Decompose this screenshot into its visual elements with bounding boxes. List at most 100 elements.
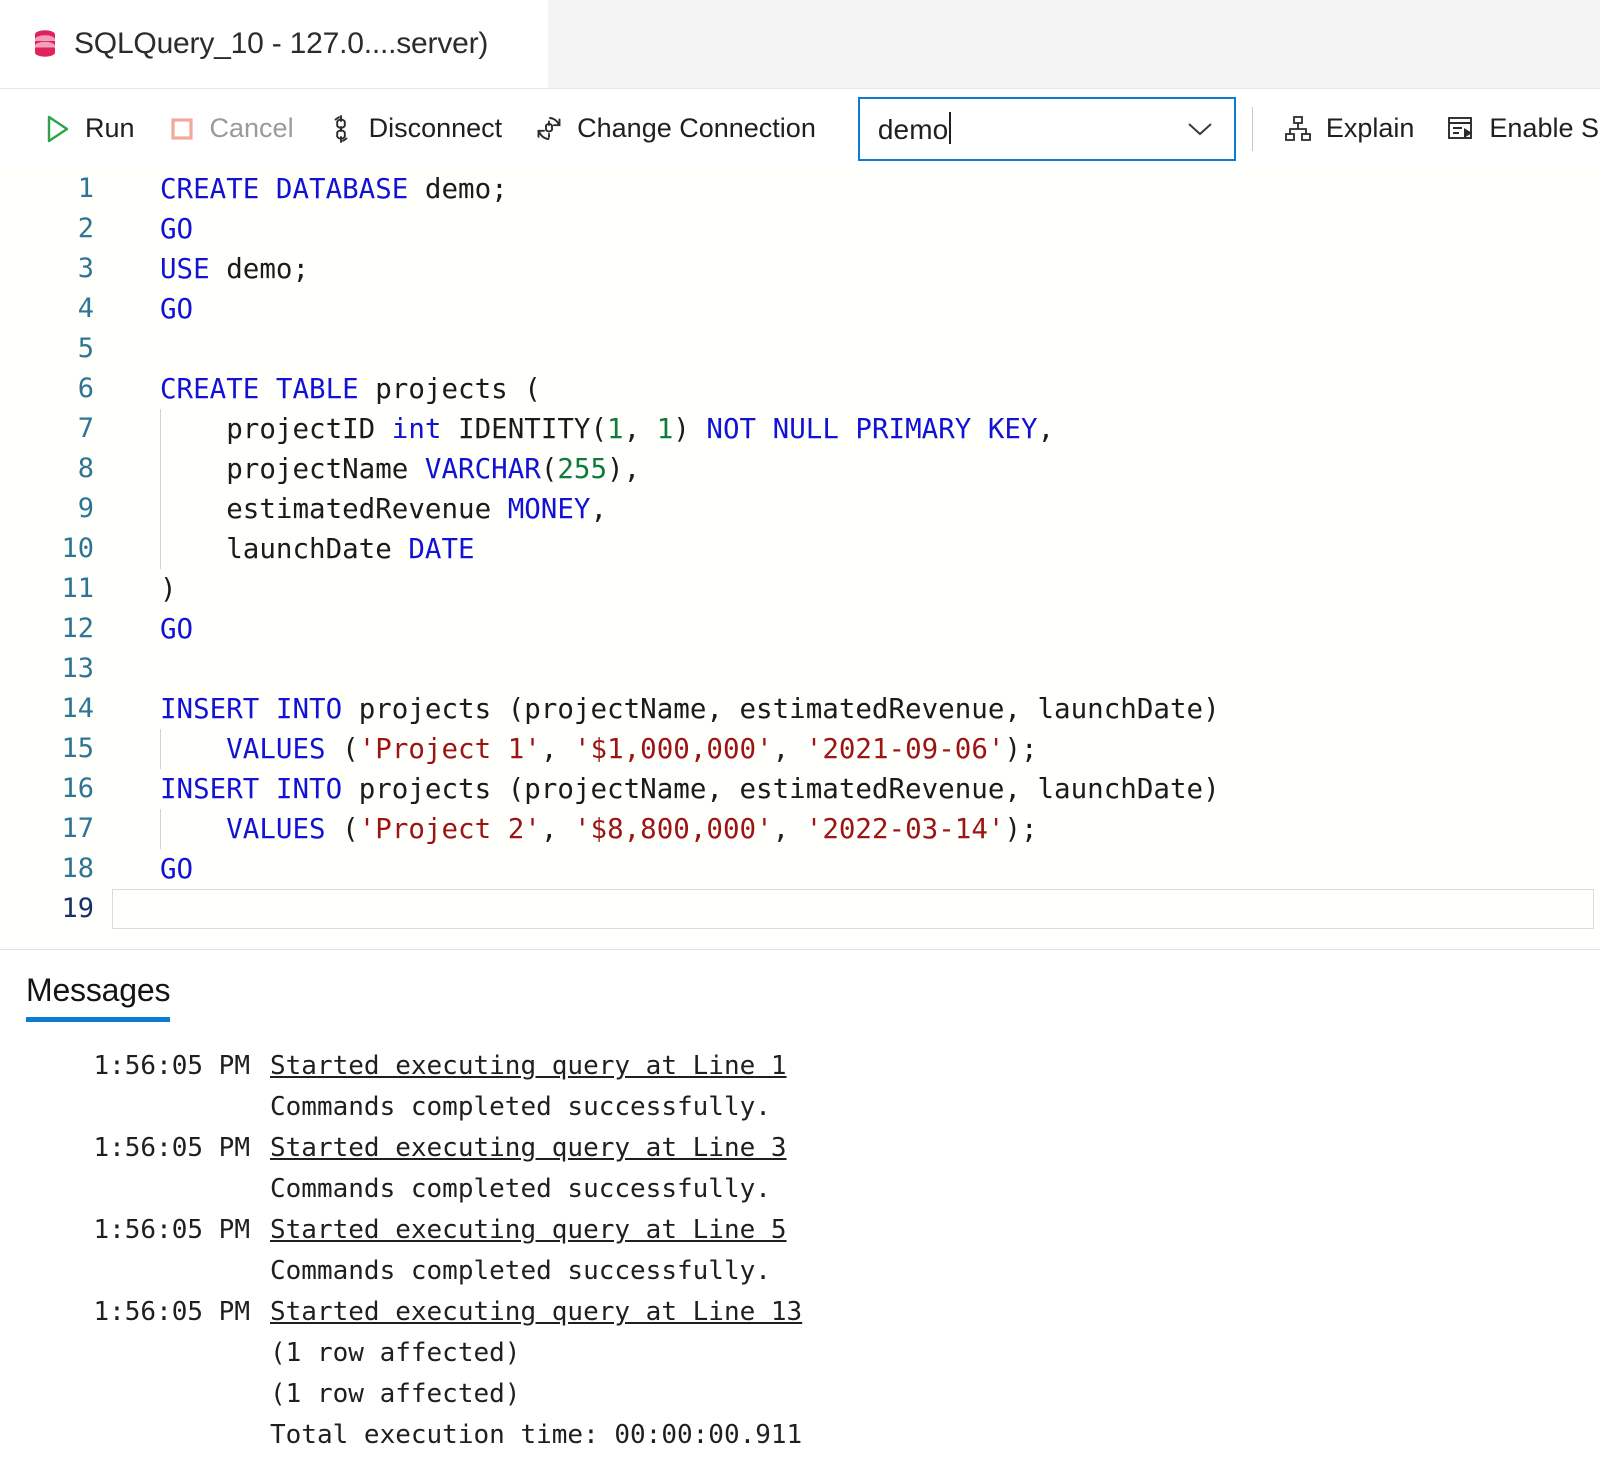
toolbar-divider bbox=[1251, 106, 1253, 151]
code-line[interactable]: 13 bbox=[0, 649, 1600, 689]
code-line-list: 1 CREATE DATABASE demo; 2 GO 3 USE demo; 4 GO 5 6… bbox=[0, 169, 1600, 929]
code-line[interactable]: 3 USE demo; bbox=[0, 249, 1600, 289]
disconnect-button[interactable]: Disconnect bbox=[320, 103, 507, 155]
code-line[interactable]: 6 CREATE TABLE projects ( bbox=[0, 369, 1600, 409]
code-line[interactable]: 7 projectID int IDENTITY(1, 1) NOT NULL … bbox=[0, 409, 1600, 449]
code-token-plain: , bbox=[772, 813, 806, 845]
line-number: 4 bbox=[77, 293, 94, 324]
code-token-kw: VALUES bbox=[226, 813, 343, 845]
results-tab-bar: Messages bbox=[0, 950, 1600, 1022]
code-text[interactable]: estimatedRevenue MONEY, bbox=[112, 489, 1600, 529]
code-line[interactable]: 18 GO bbox=[0, 849, 1600, 889]
refresh-plug-icon bbox=[532, 112, 566, 146]
code-line[interactable]: 14 INSERT INTO projects (projectName, est… bbox=[0, 689, 1600, 729]
code-text[interactable]: VALUES ('Project 1', '$1,000,000', '2021… bbox=[112, 729, 1600, 769]
line-number: 5 bbox=[77, 333, 94, 364]
broken-link-icon bbox=[324, 112, 358, 146]
code-token-plain: demo; bbox=[424, 173, 508, 205]
code-line[interactable]: 1 CREATE DATABASE demo; bbox=[0, 169, 1600, 209]
database-dropdown[interactable]: demo bbox=[857, 96, 1236, 161]
line-number: 12 bbox=[61, 613, 94, 644]
code-text[interactable]: projectName VARCHAR(255), bbox=[112, 449, 1600, 489]
code-text[interactable]: USE demo; bbox=[112, 249, 1600, 289]
code-text[interactable]: GO bbox=[112, 209, 1600, 249]
code-token-plain: , bbox=[590, 493, 608, 525]
code-line[interactable]: 5 bbox=[0, 329, 1600, 369]
code-text[interactable]: projectID int IDENTITY(1, 1) NOT NULL PR… bbox=[112, 409, 1600, 449]
code-token-plain: ) bbox=[673, 413, 707, 445]
code-token-kw: USE bbox=[160, 253, 227, 285]
chevron-down-icon[interactable] bbox=[1180, 121, 1220, 137]
code-text[interactable]: launchDate DATE bbox=[112, 529, 1600, 569]
message-timestamp: 1:56:05 PM bbox=[93, 1215, 250, 1245]
code-line[interactable]: 9 estimatedRevenue MONEY, bbox=[0, 489, 1600, 529]
indent-guide bbox=[160, 809, 161, 849]
tab-messages[interactable]: Messages bbox=[26, 972, 170, 1022]
code-text[interactable]: GO bbox=[112, 289, 1600, 329]
message-text: Commands completed successfully. bbox=[270, 1256, 771, 1286]
code-line[interactable]: 4 GO bbox=[0, 289, 1600, 329]
code-line[interactable]: 10 launchDate DATE bbox=[0, 529, 1600, 569]
cancel-button[interactable]: Cancel bbox=[161, 103, 298, 155]
line-number: 9 bbox=[77, 493, 94, 524]
message-link[interactable]: Started executing query at Line 1 bbox=[270, 1046, 1600, 1087]
stop-square-icon bbox=[165, 112, 199, 146]
code-text[interactable] bbox=[112, 329, 1600, 369]
query-tab[interactable]: SQLQuery_10 - 127.0....server) bbox=[0, 0, 548, 88]
code-token-plain: , bbox=[623, 413, 657, 445]
line-number: 7 bbox=[77, 413, 94, 444]
explain-button[interactable]: Explain bbox=[1277, 103, 1419, 155]
code-token-plain: launchDate bbox=[160, 533, 409, 565]
code-text[interactable] bbox=[112, 649, 1600, 689]
code-line[interactable]: 12 GO bbox=[0, 609, 1600, 649]
code-token-plain: ) bbox=[160, 573, 177, 605]
code-token-kw: GO bbox=[160, 853, 194, 885]
indent-guide bbox=[160, 489, 161, 529]
line-number: 3 bbox=[77, 253, 94, 284]
line-number: 6 bbox=[77, 373, 94, 404]
query-plan-icon bbox=[1281, 112, 1315, 146]
code-token-kw: INSERT INTO bbox=[160, 773, 359, 805]
enable-sqlcmd-button[interactable]: Enable SQLCM bbox=[1440, 103, 1600, 155]
run-button[interactable]: Run bbox=[36, 103, 139, 155]
code-text[interactable]: ) bbox=[112, 569, 1600, 609]
message-link[interactable]: Started executing query at Line 3 bbox=[270, 1128, 1600, 1169]
code-text[interactable]: INSERT INTO projects (projectName, estim… bbox=[112, 689, 1600, 729]
code-line[interactable]: 19 bbox=[0, 889, 1600, 929]
play-triangle-icon bbox=[40, 112, 74, 146]
code-token-plain: estimatedRevenue bbox=[160, 493, 508, 525]
message-row: Total execution time: 00:00:00.911 bbox=[0, 1415, 1600, 1456]
code-text[interactable]: INSERT INTO projects (projectName, estim… bbox=[112, 769, 1600, 809]
line-number: 13 bbox=[61, 653, 94, 684]
code-line[interactable]: 15 VALUES ('Project 1', '$1,000,000', '2… bbox=[0, 729, 1600, 769]
code-line[interactable]: 16 INSERT INTO projects (projectName, est… bbox=[0, 769, 1600, 809]
sql-code-editor[interactable]: 1 CREATE DATABASE demo; 2 GO 3 USE demo; 4 GO 5 6… bbox=[0, 169, 1600, 950]
tab-strip-empty-area bbox=[548, 0, 1600, 88]
code-token-plain: projectID bbox=[160, 413, 392, 445]
code-text[interactable]: CREATE TABLE projects ( bbox=[112, 369, 1600, 409]
code-text[interactable]: GO bbox=[112, 849, 1600, 889]
code-line[interactable]: 11) bbox=[0, 569, 1600, 609]
code-token-kw: VARCHAR bbox=[424, 453, 541, 485]
message-timestamp: 1:56:05 PM bbox=[93, 1051, 250, 1081]
message-link[interactable]: Started executing query at Line 5 bbox=[270, 1210, 1600, 1251]
code-line[interactable]: 8 projectName VARCHAR(255), bbox=[0, 449, 1600, 489]
change-connection-button[interactable]: Change Connection bbox=[528, 103, 820, 155]
code-text[interactable]: VALUES ('Project 2', '$8,800,000', '2022… bbox=[112, 809, 1600, 849]
code-token-kw: INSERT INTO bbox=[160, 693, 359, 725]
disconnect-label: Disconnect bbox=[368, 113, 503, 143]
code-text[interactable] bbox=[112, 889, 1594, 929]
query-tab-label: SQLQuery_10 - 127.0....server) bbox=[74, 27, 489, 60]
query-toolbar: Run Cancel Disconnect Change Connection … bbox=[0, 89, 1600, 169]
results-panel: Messages 1:56:05 PM Started executing que… bbox=[0, 950, 1600, 1470]
line-number: 19 bbox=[61, 893, 94, 924]
code-line[interactable]: 17 VALUES ('Project 2', '$8,800,000', '2… bbox=[0, 809, 1600, 849]
message-link[interactable]: Started executing query at Line 13 bbox=[270, 1292, 1600, 1333]
message-row: (1 row affected) bbox=[0, 1374, 1600, 1415]
indent-guide bbox=[160, 409, 161, 449]
code-text[interactable]: GO bbox=[112, 609, 1600, 649]
code-token-plain: ( bbox=[342, 733, 359, 765]
code-line[interactable]: 2 GO bbox=[0, 209, 1600, 249]
code-text[interactable]: CREATE DATABASE demo; bbox=[112, 169, 1600, 209]
